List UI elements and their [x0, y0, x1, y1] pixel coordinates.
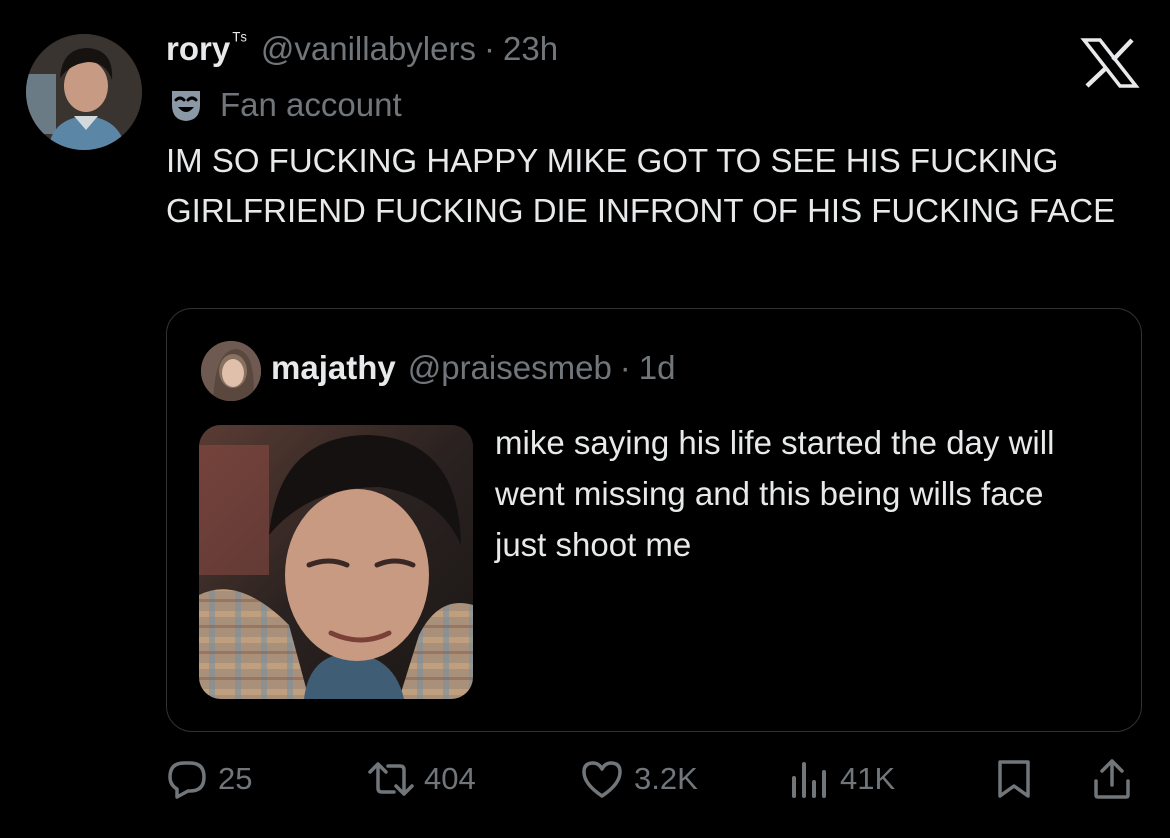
speech-bubble-icon — [168, 761, 206, 799]
author-display-name[interactable]: rory — [166, 30, 230, 68]
quoted-author-avatar-photo — [201, 341, 261, 401]
quoted-author-avatar[interactable] — [201, 341, 261, 401]
quoted-tweet-timestamp[interactable]: 1d — [639, 349, 676, 387]
repost-arrows-icon — [368, 762, 414, 796]
quoted-tweet-image[interactable] — [199, 425, 473, 699]
repost-count: 404 — [424, 761, 476, 796]
tweet-timestamp[interactable]: 23h — [503, 30, 558, 68]
repost-button[interactable]: 404 — [368, 754, 476, 804]
heart-icon — [582, 761, 622, 798]
tweet-action-bar: 25 404 3.2K 41K — [0, 754, 1170, 804]
share-arrow-icon — [1094, 759, 1130, 799]
like-button[interactable]: 3.2K — [580, 754, 698, 804]
share-button[interactable] — [1090, 754, 1134, 804]
view-count: 41K — [840, 761, 896, 796]
like-count: 3.2K — [634, 761, 698, 796]
author-avatar-photo — [26, 34, 142, 150]
quoted-header-separator: · — [619, 349, 631, 386]
author-handle[interactable]: @vanillabylers — [261, 30, 476, 68]
reply-button[interactable]: 25 — [166, 754, 252, 804]
quoted-tweet-header: majathy @praisesmeb · 1d — [271, 349, 676, 387]
bookmark-button[interactable] — [994, 754, 1034, 804]
reply-count: 25 — [218, 761, 253, 796]
bar-chart-icon — [792, 762, 826, 798]
views-button[interactable]: 41K — [788, 754, 895, 804]
account-label-text: Fan account — [220, 86, 402, 123]
quoted-tweet-card[interactable]: majathy @praisesmeb · 1d mike saying his… — [166, 308, 1142, 732]
bookmark-icon — [998, 760, 1030, 798]
quoted-image-photo — [199, 425, 473, 699]
tweet-header: rory ᵀˢ @vanillabylers · 23h — [166, 30, 558, 76]
tweet-text: IM SO FUCKING HAPPY MIKE GOT TO SEE HIS … — [166, 142, 1116, 229]
quoted-author-handle[interactable]: @praisesmeb — [408, 349, 612, 387]
author-avatar[interactable] — [26, 34, 142, 150]
theater-masks-icon — [172, 91, 200, 121]
quoted-tweet-text: mike saying his life started the day wil… — [495, 424, 1055, 563]
account-label[interactable]: Fan account — [166, 82, 402, 128]
author-name-suffix: ᵀˢ — [232, 30, 247, 51]
header-separator: · — [483, 30, 495, 67]
x-logo-icon — [1080, 38, 1140, 88]
quoted-author-display-name[interactable]: majathy — [271, 349, 396, 387]
